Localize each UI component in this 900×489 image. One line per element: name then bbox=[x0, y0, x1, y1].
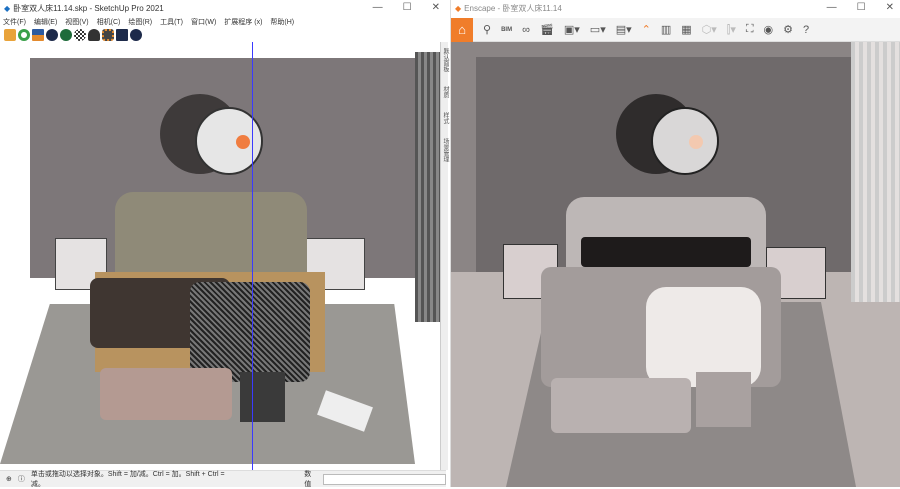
mirror-dot bbox=[689, 135, 703, 149]
menu-edit[interactable]: 编辑(E) bbox=[34, 17, 57, 27]
tray-tab-default[interactable]: 默认面板 bbox=[441, 48, 450, 72]
add-icon[interactable] bbox=[46, 29, 58, 41]
mirror-dot bbox=[236, 135, 250, 149]
location-icon[interactable]: ⚲ bbox=[483, 23, 491, 36]
model-viewport[interactable] bbox=[0, 42, 440, 470]
blanket bbox=[190, 282, 310, 382]
info-icon[interactable] bbox=[130, 29, 142, 41]
tray-tab-scenes[interactable]: 场景管理 bbox=[441, 138, 450, 162]
warehouse-icon[interactable] bbox=[4, 29, 16, 41]
bench bbox=[551, 378, 691, 433]
enscape-logo-icon: ◆ bbox=[455, 4, 462, 13]
mail-icon[interactable] bbox=[116, 29, 128, 41]
tray-tab-materials[interactable]: 材质 bbox=[441, 86, 450, 98]
settings-icon[interactable]: ⚙ bbox=[783, 23, 793, 36]
status-message: 单击或拖动以选择对象。Shift = 加/减。Ctrl = 加。Shift + … bbox=[30, 471, 225, 488]
close-button[interactable]: ✕ bbox=[886, 2, 894, 13]
minimize-button[interactable]: — bbox=[827, 2, 837, 13]
menu-window[interactable]: 窗口(W) bbox=[191, 17, 216, 27]
geo-icon[interactable]: ⊕ bbox=[6, 475, 12, 483]
measurements-input[interactable] bbox=[323, 473, 446, 485]
menu-extensions[interactable]: 扩展程序 (x) bbox=[224, 17, 262, 27]
tree-icon[interactable] bbox=[60, 29, 72, 41]
menu-file[interactable]: 文件(F) bbox=[3, 17, 26, 27]
clapper-icon[interactable]: 🎬︎ bbox=[540, 23, 554, 36]
round-mirror bbox=[651, 107, 719, 175]
cloud-upload-icon[interactable] bbox=[88, 29, 100, 41]
menu-camera[interactable]: 相机(C) bbox=[97, 17, 121, 27]
app-icon: ◆ bbox=[4, 4, 11, 13]
title-bar: ◆ Enscape - 卧室双人床11.14 — ☐ ✕ bbox=[451, 0, 900, 17]
minimize-button[interactable]: — bbox=[373, 2, 383, 13]
tray-tabs: 默认面板 材质 样式 场景管理 bbox=[440, 42, 448, 470]
gear-icon[interactable] bbox=[102, 29, 114, 41]
measurements-label: 数值 bbox=[304, 471, 312, 488]
maximize-button[interactable]: ☐ bbox=[857, 2, 866, 13]
bench bbox=[100, 368, 232, 420]
sketchup-window: ◆ 卧室双人床11.14.skp - SketchUp Pro 2021 — ☐… bbox=[0, 0, 448, 488]
panorama-icon[interactable]: ▭▾ bbox=[590, 23, 606, 36]
book-icon[interactable]: ⫿▾ bbox=[727, 23, 736, 37]
menu-bar: 文件(F) 编辑(E) 视图(V) 相机(C) 绘图(R) 工具(T) 窗口(W… bbox=[0, 17, 446, 27]
pillow bbox=[696, 372, 751, 427]
window-title: Enscape - 卧室双人床11.14 bbox=[464, 4, 562, 13]
headboard bbox=[115, 192, 307, 272]
export-icon[interactable]: ▤▾ bbox=[616, 23, 632, 36]
pillow bbox=[240, 372, 285, 422]
layers-icon[interactable] bbox=[32, 29, 44, 41]
refresh-icon[interactable] bbox=[18, 29, 30, 41]
menu-view[interactable]: 视图(V) bbox=[65, 17, 88, 27]
pattern-icon[interactable] bbox=[74, 29, 86, 41]
menu-draw[interactable]: 绘图(R) bbox=[128, 17, 152, 27]
render-viewport[interactable] bbox=[451, 42, 900, 487]
toolbar bbox=[0, 27, 446, 43]
pillows bbox=[581, 237, 751, 267]
help-icon[interactable]: ? bbox=[803, 24, 809, 36]
map-icon[interactable]: ▥ bbox=[661, 23, 671, 36]
menu-help[interactable]: 帮助(H) bbox=[270, 17, 294, 27]
home-icon[interactable]: ⌂ bbox=[451, 17, 473, 42]
tray-tab-styles[interactable]: 样式 bbox=[441, 112, 450, 124]
cube-icon[interactable]: ⬡▾ bbox=[702, 23, 717, 36]
curtain bbox=[851, 42, 900, 302]
binoculars-icon[interactable]: ∞ bbox=[522, 24, 530, 36]
menu-tools[interactable]: 工具(T) bbox=[160, 17, 183, 27]
eye-icon[interactable]: ◉ bbox=[764, 23, 774, 36]
maximize-button[interactable]: ☐ bbox=[403, 2, 412, 13]
screenshot-icon[interactable]: ▣▾ bbox=[564, 23, 580, 36]
collapse-icon[interactable]: ⌃ bbox=[642, 23, 651, 36]
enscape-toolbar: ⌂ ⚲ BIM ∞ 🎬︎ ▣▾ ▭▾ ▤▾ ⌃ ▥ ▦ ⬡▾ ⫿▾ ⛶ ◉ ⚙ … bbox=[451, 17, 900, 42]
bim-icon[interactable]: BIM bbox=[501, 27, 512, 33]
blue-axis bbox=[252, 42, 253, 470]
window-title: 卧室双人床11.14.skp - SketchUp Pro 2021 bbox=[13, 4, 164, 13]
title-bar: ◆ 卧室双人床11.14.skp - SketchUp Pro 2021 — ☐… bbox=[0, 0, 446, 17]
enscape-window: ◆ Enscape - 卧室双人床11.14 — ☐ ✕ ⌂ ⚲ BIM ∞ 🎬… bbox=[450, 0, 900, 487]
curtain bbox=[415, 52, 440, 322]
status-bar: ⊕ ⓘ 单击或拖动以选择对象。Shift = 加/减。Ctrl = 加。Shif… bbox=[0, 470, 446, 488]
monitor-icon[interactable]: ▦ bbox=[681, 23, 691, 36]
vr-icon[interactable]: ⛶ bbox=[746, 23, 754, 36]
info-icon[interactable]: ⓘ bbox=[18, 474, 25, 484]
close-button[interactable]: ✕ bbox=[432, 2, 440, 13]
